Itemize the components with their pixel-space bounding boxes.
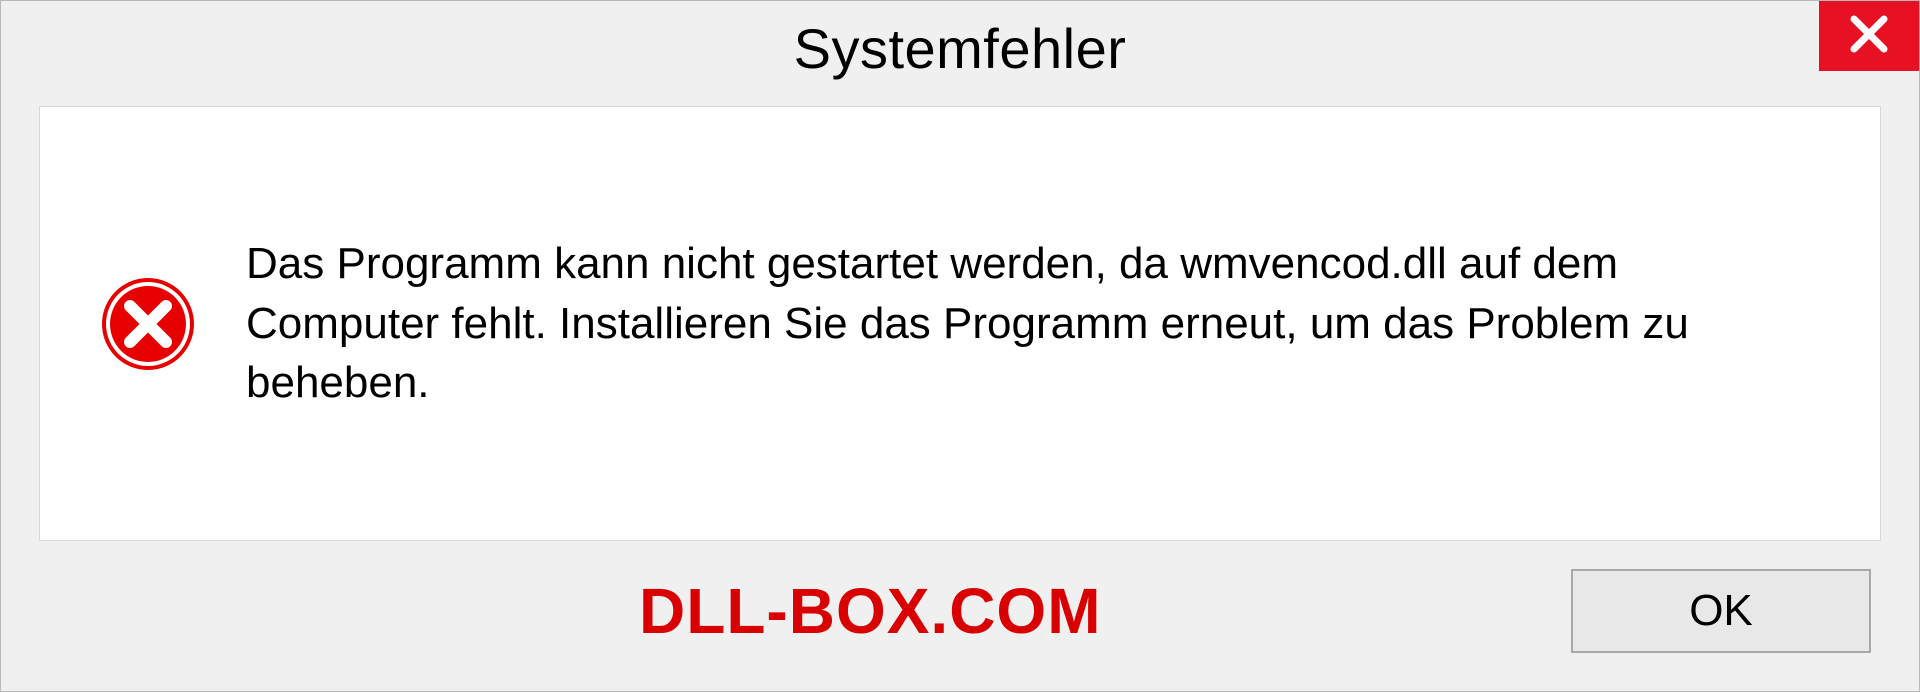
ok-button[interactable]: OK — [1571, 569, 1871, 653]
error-icon — [100, 276, 196, 372]
dialog-title: Systemfehler — [794, 16, 1127, 81]
error-message: Das Programm kann nicht gestartet werden… — [246, 234, 1820, 412]
error-dialog: Systemfehler Das Programm kann nicht ges… — [0, 0, 1920, 692]
watermark-text: DLL-BOX.COM — [639, 574, 1102, 648]
content-panel: Das Programm kann nicht gestartet werden… — [39, 106, 1881, 541]
close-icon — [1848, 13, 1890, 60]
close-button[interactable] — [1819, 1, 1919, 71]
dialog-footer: DLL-BOX.COM OK — [1, 561, 1919, 691]
titlebar: Systemfehler — [1, 1, 1919, 96]
